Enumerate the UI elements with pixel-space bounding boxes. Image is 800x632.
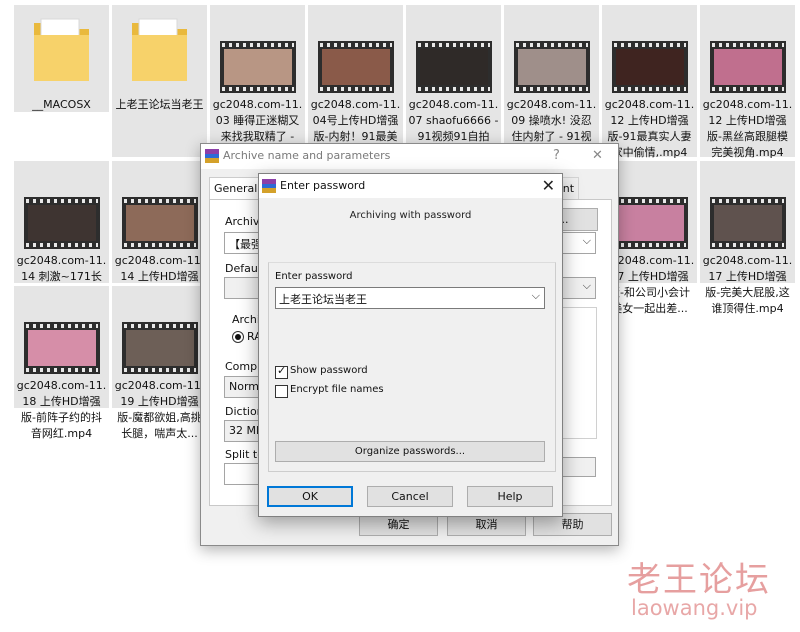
folder-item[interactable]: 上老王论坛当老王 xyxy=(112,5,207,157)
video-file-item[interactable]: gc2048.com-11.12 上传HD增强版-黑丝高跟腿模完美视角.mp4 xyxy=(700,5,795,159)
video-thumbnail-icon xyxy=(112,161,207,249)
show-password-label: Show password xyxy=(290,365,368,376)
video-file-item[interactable]: gc2048.com-11.17 上传HD增强版-完美大屁股,这谁顶得住.mp4 xyxy=(700,161,795,315)
password-dialog-titlebar: Enter password ✕ xyxy=(259,174,562,198)
file-name-label: gc2048.com-11.18 上传HD增强版-前阵子约的抖音网红.mp4 xyxy=(16,379,107,440)
winrar-icon xyxy=(205,149,219,163)
video-thumbnail-icon xyxy=(700,161,795,249)
video-file-item[interactable]: gc2048.com-11.14 刺激~171长腿爆乳女神对窗干 - 91视频9… xyxy=(14,161,109,315)
video-thumbnail-icon xyxy=(308,5,403,93)
winrar-icon xyxy=(262,179,276,193)
password-dialog-title: Enter password xyxy=(280,179,366,192)
password-input[interactable]: 上老王论坛当老王 ⌵ xyxy=(275,287,545,309)
organize-passwords-button[interactable]: Organize passwords... xyxy=(275,441,545,462)
video-file-item[interactable]: gc2048.com-11.03 睡得正迷糊又来找我取精了 - xyxy=(210,5,305,157)
video-thumbnail-icon xyxy=(504,5,599,93)
archive-dialog-title: Archive name and parameters xyxy=(223,149,391,162)
folder-icon xyxy=(14,5,109,93)
video-thumbnail-icon xyxy=(14,161,109,249)
show-password-checkbox[interactable]: ✓ xyxy=(275,364,288,379)
file-name-label: 上老王论坛当老王 xyxy=(115,98,204,111)
video-file-item[interactable]: gc2048.com-11.19 上传HD增强版-魔都欲姐,高挑长腿，喘声太..… xyxy=(112,286,207,440)
encrypt-file-names-checkbox[interactable] xyxy=(275,385,288,398)
enter-password-label: Enter password xyxy=(275,271,353,282)
chevron-down-icon[interactable]: ⌵ xyxy=(583,279,591,293)
video-thumbnail-icon xyxy=(602,5,697,93)
file-name-label: gc2048.com-11.07 shaofu6666 - 91视频91自拍 xyxy=(408,98,499,143)
video-thumbnail-icon xyxy=(14,286,109,374)
encrypt-file-names-label: Encrypt file names xyxy=(290,384,384,395)
video-thumbnail-icon xyxy=(406,5,501,93)
help-button[interactable]: Help xyxy=(467,486,553,507)
password-value: 上老王论坛当老王 xyxy=(279,293,367,306)
video-thumbnail-icon xyxy=(210,5,305,93)
file-name-label: gc2048.com-11.19 上传HD增强版-魔都欲姐,高挑长腿，喘声太..… xyxy=(114,379,205,440)
close-icon[interactable]: ✕ xyxy=(592,148,603,163)
watermark-text: 老王论坛 xyxy=(627,560,771,600)
close-icon[interactable]: ✕ xyxy=(542,176,555,195)
video-thumbnail-icon xyxy=(700,5,795,93)
chevron-down-icon[interactable]: ⌵ xyxy=(532,289,540,303)
video-thumbnail-icon xyxy=(112,286,207,374)
watermark-url: laowang.vip xyxy=(631,596,758,620)
set-password-button[interactable] xyxy=(560,457,596,477)
folder-icon xyxy=(112,5,207,93)
tab-general[interactable]: General xyxy=(209,177,263,200)
file-name-label: gc2048.com-11.17 上传HD增强版-完美大屁股,这谁顶得住.mp4 xyxy=(702,254,793,315)
file-name-label: gc2048.com-11.09 操喷水! 没忍住内射了 - 91视 xyxy=(506,98,597,143)
cancel-button[interactable]: Cancel xyxy=(367,486,453,507)
archive-dialog-titlebar: Archive name and parameters ? ✕ xyxy=(201,144,618,169)
chevron-down-icon[interactable]: ⌵ xyxy=(583,234,591,248)
rar-radio[interactable] xyxy=(232,331,244,343)
video-file-item[interactable]: gc2048.com-11.04号上传HD增强版-内射！91最美 xyxy=(308,5,403,157)
folder-item[interactable]: __MACOSX xyxy=(14,5,109,112)
video-file-item[interactable]: gc2048.com-11.09 操喷水! 没忍住内射了 - 91视 xyxy=(504,5,599,157)
file-name-label: gc2048.com-11.04号上传HD增强版-内射！91最美 xyxy=(310,98,401,143)
archiving-caption: Archiving with password xyxy=(349,210,472,221)
file-name-label: __MACOSX xyxy=(32,98,91,111)
file-name-label: gc2048.com-11.12 上传HD增强版-黑丝高跟腿模完美视角.mp4 xyxy=(702,98,793,159)
ok-button[interactable]: OK xyxy=(267,486,353,507)
video-file-item[interactable]: gc2048.com-11.14 上传HD增强版-小区业主群认识的蜜桃臀少... xyxy=(112,161,207,315)
video-file-item[interactable]: gc2048.com-11.12 上传HD增强版-91最真实人妻家中偷情,.mp… xyxy=(602,5,697,159)
video-file-item[interactable]: gc2048.com-11.18 上传HD增强版-前阵子约的抖音网红.mp4 xyxy=(14,286,109,440)
help-icon[interactable]: ? xyxy=(553,148,560,163)
enter-password-dialog: Enter password ✕ Archiving with password… xyxy=(258,173,563,517)
file-name-label: gc2048.com-11.03 睡得正迷糊又来找我取精了 - xyxy=(212,98,303,143)
video-file-item[interactable]: gc2048.com-11.07 shaofu6666 - 91视频91自拍 xyxy=(406,5,501,157)
